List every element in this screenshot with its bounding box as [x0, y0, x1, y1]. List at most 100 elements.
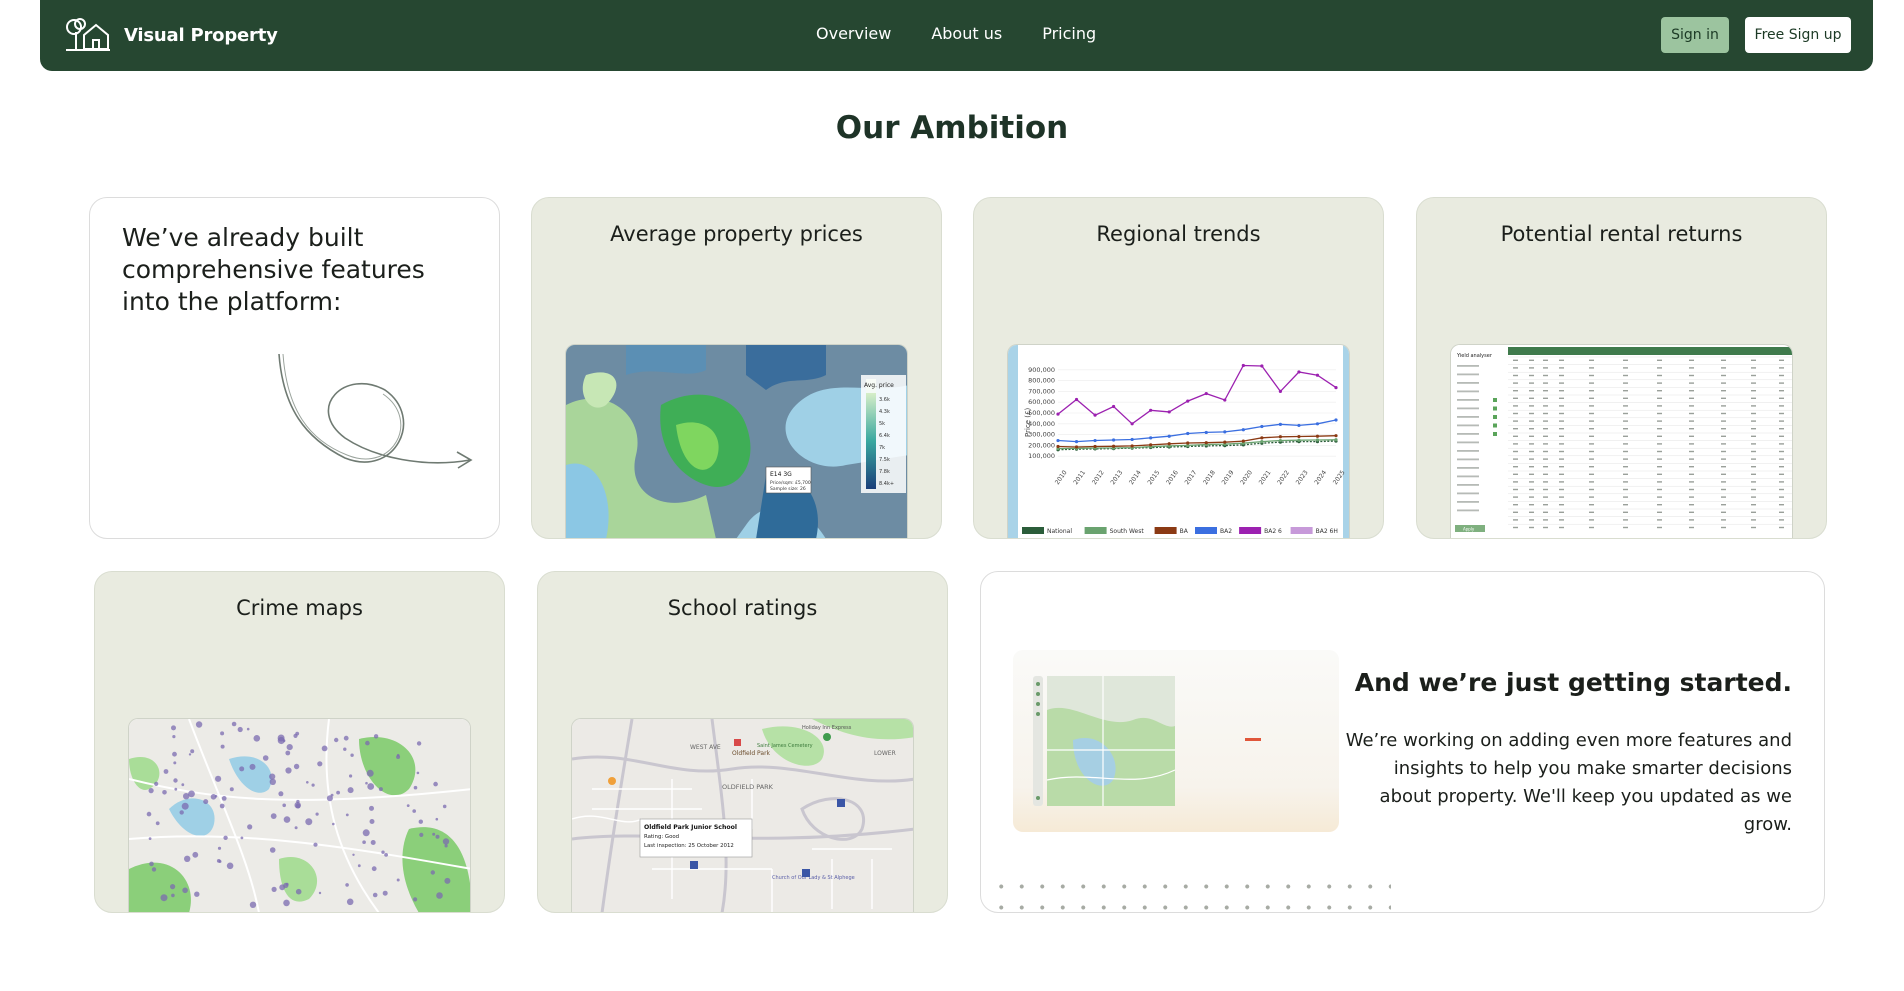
brand-name: Visual Property [124, 24, 278, 46]
free-sign-up-button[interactable]: Free Sign up [1745, 17, 1851, 53]
x-tick-label: 2018 [1202, 469, 1217, 486]
table-cell-placeholder [1779, 405, 1784, 407]
table-cell-placeholder [1751, 359, 1756, 361]
feature-preview-screenshot [1013, 650, 1339, 832]
filter-line-placeholder [1457, 501, 1479, 503]
nav-link-about-us[interactable]: About us [931, 24, 1002, 43]
crime-marker [285, 750, 291, 756]
crime-marker [253, 735, 261, 742]
table-cell-placeholder [1559, 405, 1564, 407]
nav-link-pricing[interactable]: Pricing [1042, 24, 1096, 43]
crime-marker [432, 832, 436, 836]
rental-table-image: Yield analyser Apply [1451, 345, 1792, 538]
table-cell-placeholder [1559, 526, 1564, 529]
table-cell-placeholder [1657, 359, 1662, 361]
table-cell-placeholder [1589, 504, 1594, 506]
map-label: WEST AVE [690, 744, 721, 751]
data-point [1241, 363, 1245, 368]
table-cell-placeholder [1779, 359, 1784, 361]
table-cell-placeholder [1559, 450, 1564, 453]
crime-marker [418, 819, 423, 824]
data-point [1204, 391, 1208, 396]
table-cell-placeholder [1543, 420, 1548, 422]
crime-marker [231, 721, 237, 727]
table-cell-placeholder [1559, 473, 1564, 475]
crime-marker [285, 882, 289, 886]
filter-checkbox [1493, 415, 1497, 419]
feature-preview-image [1033, 676, 1261, 806]
table-cell-placeholder [1689, 374, 1694, 377]
crime-marker [293, 733, 298, 738]
table-cell-placeholder [1657, 504, 1662, 506]
crime-marker [154, 781, 159, 786]
table-cell-placeholder [1623, 466, 1628, 468]
table-cell-placeholder [1657, 488, 1662, 491]
crime-marker [382, 890, 388, 896]
crime-marker [163, 769, 169, 774]
data-point [1278, 389, 1282, 393]
crime-marker [170, 884, 176, 890]
data-point [1278, 438, 1282, 443]
table-cell-placeholder [1559, 519, 1564, 521]
y-tick-label: 700,000 [1028, 387, 1055, 395]
crime-marker [269, 847, 276, 853]
x-tick-label: 2015 [1147, 469, 1162, 486]
table-cell-placeholder [1751, 443, 1756, 445]
crime-marker [160, 894, 168, 902]
brand-logo-link[interactable]: Visual Property [64, 18, 278, 52]
table-cell-placeholder [1513, 390, 1518, 392]
filter-line-placeholder [1457, 441, 1479, 444]
data-point [1149, 443, 1153, 447]
table-cell-placeholder [1529, 504, 1534, 506]
crime-marker [442, 804, 447, 809]
crime-marker [249, 763, 256, 770]
crime-marker [430, 870, 435, 875]
price-heatmap-screenshot: Avg. price 3.6k 4.3k 5k 6.4k 7k 7.5k 7.8… [565, 344, 908, 538]
data-point [1056, 412, 1060, 416]
crime-marker [406, 804, 410, 807]
filter-line-placeholder [1457, 492, 1479, 495]
crime-marker [173, 778, 178, 783]
sign-in-button[interactable]: Sign in [1661, 17, 1729, 53]
crime-marker [435, 834, 440, 839]
legend-value: 7k [879, 445, 885, 451]
table-cell-placeholder [1689, 466, 1694, 468]
table-cell-placeholder [1751, 420, 1756, 422]
filter-line-placeholder [1457, 467, 1479, 469]
table-cell-placeholder [1623, 397, 1628, 399]
table-cell-placeholder [1657, 367, 1662, 369]
table-cell-placeholder [1589, 488, 1594, 491]
crime-marker [283, 899, 290, 907]
legend-value: 3.6k [879, 397, 890, 403]
table-cell-placeholder [1657, 458, 1662, 460]
crime-marker [271, 886, 277, 892]
table-cell-placeholder [1779, 466, 1784, 468]
tooltip-sample: Sample size: 26 [770, 486, 806, 492]
table-cell-placeholder [1689, 412, 1694, 415]
crime-marker [173, 761, 177, 765]
data-point [1186, 441, 1190, 445]
crime-marker [345, 883, 349, 887]
tooltip-postcode: E14 3G [770, 471, 792, 478]
table-cell-placeholder [1751, 428, 1756, 430]
crime-marker [220, 731, 225, 736]
crime-marker [362, 840, 366, 844]
card-title: Average property prices [610, 222, 863, 246]
table-cell-placeholder [1529, 458, 1534, 460]
crime-marker [317, 761, 323, 767]
school-popup-inspection: Last inspection: 25 October 2012 [644, 843, 734, 849]
card-title: Crime maps [236, 596, 363, 620]
crime-marker [318, 891, 322, 895]
legend-label: South West [1110, 528, 1145, 535]
table-cell-placeholder [1623, 443, 1628, 445]
table-cell-placeholder [1623, 428, 1628, 430]
table-cell-placeholder [1751, 496, 1756, 498]
data-point [1241, 428, 1245, 432]
table-cell-placeholder [1589, 382, 1594, 384]
nav-link-overview[interactable]: Overview [816, 24, 891, 43]
table-cell-placeholder [1657, 374, 1662, 377]
crime-marker [285, 767, 292, 774]
table-cell-placeholder [1513, 450, 1518, 453]
table-cell-placeholder [1559, 496, 1564, 498]
data-point [1260, 424, 1264, 429]
